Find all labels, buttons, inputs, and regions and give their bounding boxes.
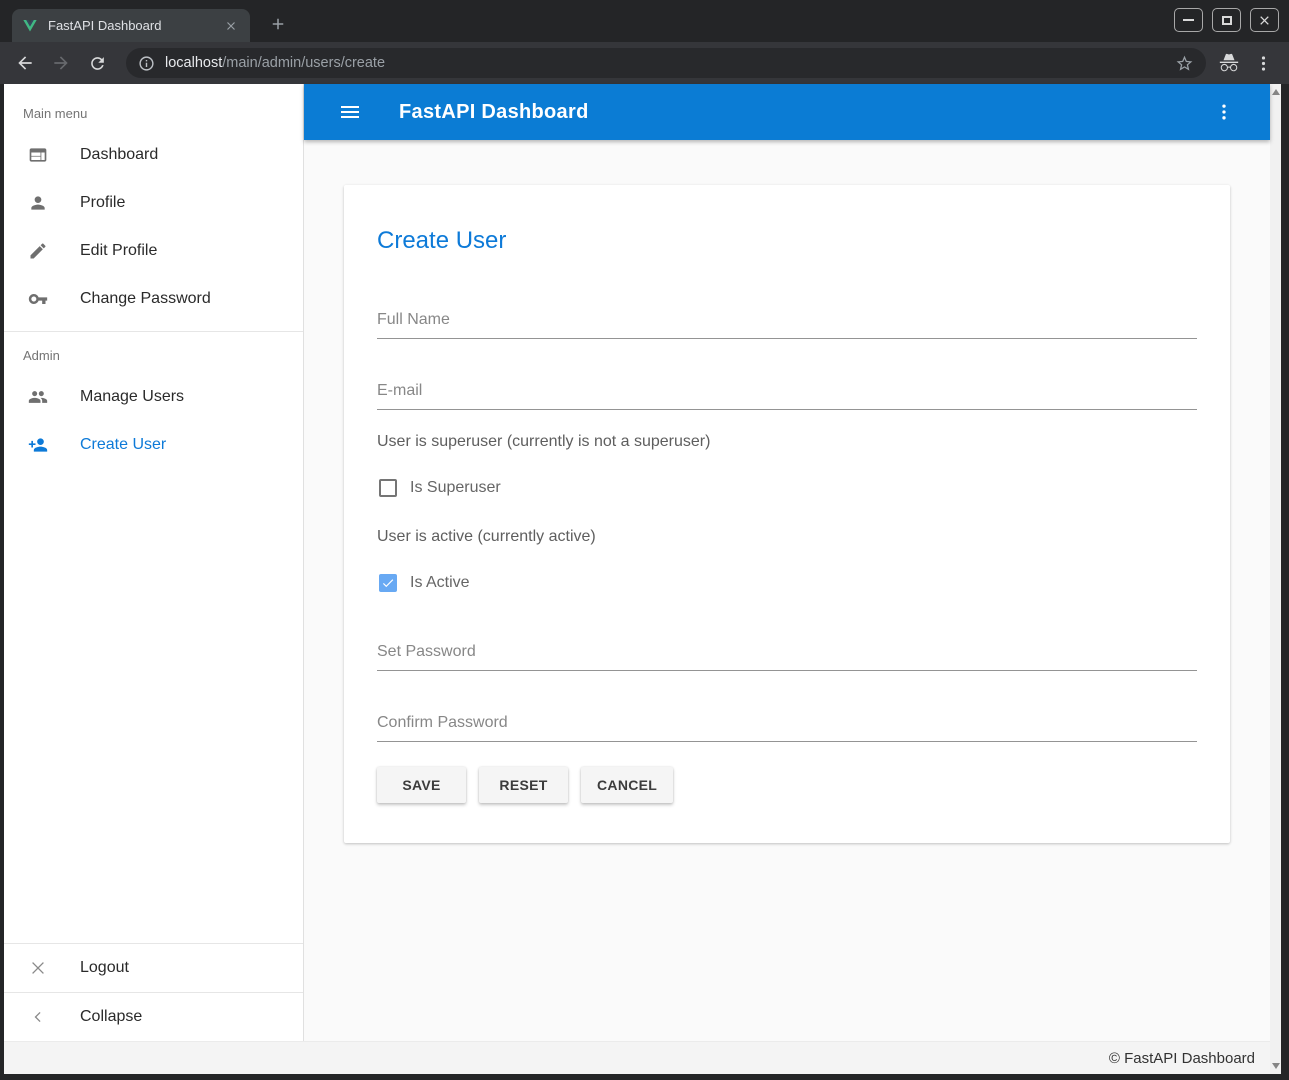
sidebar-item-label: Manage Users bbox=[80, 388, 184, 406]
browser-tab[interactable]: FastAPI Dashboard bbox=[12, 9, 250, 42]
new-tab-button[interactable] bbox=[264, 10, 292, 38]
people-icon bbox=[28, 387, 48, 407]
sidebar-item-label: Change Password bbox=[80, 290, 211, 308]
sidebar-item-label: Profile bbox=[80, 194, 125, 212]
key-icon bbox=[28, 289, 48, 309]
page-viewport: Main menu Dashboard Profile bbox=[4, 84, 1281, 1074]
incognito-icon bbox=[1218, 52, 1240, 74]
app-title: FastAPI Dashboard bbox=[399, 101, 589, 124]
chevron-left-icon bbox=[28, 1007, 48, 1027]
tab-title: FastAPI Dashboard bbox=[48, 18, 222, 33]
page-title: Create User bbox=[377, 227, 1197, 255]
vue-favicon-icon bbox=[22, 18, 38, 34]
sidebar-item-create-user[interactable]: Create User bbox=[4, 421, 303, 469]
is-superuser-checkbox-row[interactable]: Is Superuser bbox=[377, 478, 1197, 498]
form-actions: SAVE RESET CANCEL bbox=[377, 767, 1197, 803]
sidebar-item-label: Edit Profile bbox=[80, 242, 157, 260]
sidebar-item-label: Create User bbox=[80, 436, 166, 454]
window-minimize-button[interactable] bbox=[1174, 8, 1203, 32]
dashboard-icon bbox=[28, 145, 48, 165]
sidebar-section-admin: Admin bbox=[4, 332, 303, 373]
reset-button[interactable]: RESET bbox=[479, 767, 568, 803]
sidebar-section-main-menu: Main menu bbox=[4, 84, 303, 131]
back-icon[interactable] bbox=[10, 48, 40, 78]
url-host: localhost bbox=[165, 55, 222, 71]
full-name-input[interactable] bbox=[377, 311, 1197, 339]
scrollbar[interactable] bbox=[1270, 84, 1281, 1074]
sidebar-item-label: Logout bbox=[80, 959, 129, 977]
sidebar-item-change-password[interactable]: Change Password bbox=[4, 275, 303, 323]
window-maximize-button[interactable] bbox=[1212, 8, 1241, 32]
sidebar-spacer bbox=[4, 469, 303, 943]
person-icon bbox=[28, 193, 48, 213]
set-password-input[interactable] bbox=[377, 643, 1197, 671]
checkbox-label: Is Active bbox=[410, 574, 470, 592]
is-active-checkbox[interactable] bbox=[379, 574, 397, 592]
sidebar-item-manage-users[interactable]: Manage Users bbox=[4, 373, 303, 421]
sidebar-item-collapse[interactable]: Collapse bbox=[4, 993, 303, 1041]
checkbox-label: Is Superuser bbox=[410, 479, 501, 497]
sidebar-item-logout[interactable]: Logout bbox=[4, 944, 303, 992]
browser-toolbar: localhost/main/admin/users/create bbox=[0, 42, 1289, 84]
superuser-hint: User is superuser (currently is not a su… bbox=[377, 433, 1197, 451]
hamburger-menu-icon[interactable] bbox=[332, 94, 368, 130]
copyright-text: © FastAPI Dashboard bbox=[1109, 1050, 1255, 1067]
browser-tab-strip: FastAPI Dashboard bbox=[0, 0, 1289, 42]
url-bar[interactable]: localhost/main/admin/users/create bbox=[126, 48, 1206, 78]
pencil-icon bbox=[28, 241, 48, 261]
reload-icon[interactable] bbox=[82, 48, 112, 78]
url-path: /main/admin/users/create bbox=[222, 55, 385, 71]
cancel-button[interactable]: CANCEL bbox=[581, 767, 673, 803]
window-close-button[interactable] bbox=[1250, 8, 1279, 32]
app-bar: FastAPI Dashboard bbox=[304, 84, 1270, 140]
scroll-down-arrow-icon[interactable] bbox=[1272, 1063, 1280, 1069]
create-user-card: Create User User is superuser (currently… bbox=[344, 185, 1230, 843]
sidebar-item-edit-profile[interactable]: Edit Profile bbox=[4, 227, 303, 275]
toolbar-right-icons bbox=[1214, 52, 1279, 74]
page-footer: © FastAPI Dashboard bbox=[4, 1041, 1270, 1074]
scroll-up-arrow-icon[interactable] bbox=[1272, 89, 1280, 95]
is-active-checkbox-row[interactable]: Is Active bbox=[377, 573, 1197, 593]
url-text: localhost/main/admin/users/create bbox=[165, 55, 1167, 71]
email-input[interactable] bbox=[377, 382, 1197, 410]
active-hint: User is active (currently active) bbox=[377, 528, 1197, 546]
bookmark-star-icon[interactable] bbox=[1175, 54, 1194, 73]
tab-close-icon[interactable] bbox=[222, 17, 240, 35]
save-button[interactable]: SAVE bbox=[377, 767, 466, 803]
content-area: Create User User is superuser (currently… bbox=[304, 140, 1270, 1041]
is-superuser-checkbox[interactable] bbox=[379, 479, 397, 497]
sidebar: Main menu Dashboard Profile bbox=[4, 84, 304, 1041]
forward-icon[interactable] bbox=[46, 48, 76, 78]
site-info-icon[interactable] bbox=[138, 55, 155, 72]
sidebar-item-label: Dashboard bbox=[80, 146, 158, 164]
main-content: FastAPI Dashboard Create User User is su… bbox=[304, 84, 1270, 1041]
close-icon bbox=[28, 958, 48, 978]
browser-menu-kebab-icon[interactable] bbox=[1254, 54, 1273, 73]
sidebar-item-dashboard[interactable]: Dashboard bbox=[4, 131, 303, 179]
sidebar-item-profile[interactable]: Profile bbox=[4, 179, 303, 227]
appbar-kebab-icon[interactable] bbox=[1206, 94, 1242, 130]
sidebar-item-label: Collapse bbox=[80, 1008, 142, 1026]
person-add-icon bbox=[28, 435, 48, 455]
confirm-password-input[interactable] bbox=[377, 714, 1197, 742]
window-controls bbox=[1174, 8, 1279, 32]
